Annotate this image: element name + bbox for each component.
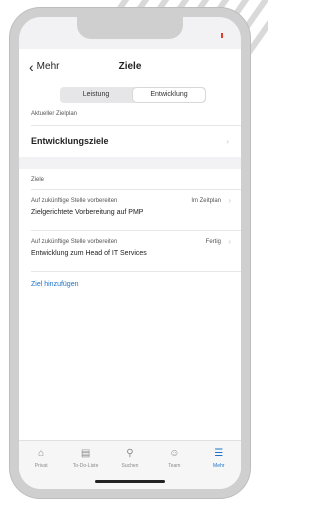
- goal-status: Im Zeitplan: [191, 198, 221, 204]
- goal-status: Fertig: [205, 239, 221, 245]
- goal-category: Auf zukünftige Stelle vorbereiten: [31, 239, 118, 245]
- list-icon: ☰: [214, 448, 224, 459]
- phone-notch: [77, 17, 183, 39]
- tab-mehr[interactable]: ☰ Mehr: [199, 441, 239, 489]
- goal-title: Entwicklung zum Head of IT Services: [31, 250, 147, 257]
- tab-label: Mehr: [213, 463, 225, 469]
- status-indicator: [221, 33, 223, 38]
- tab-privat[interactable]: ⌂ Privat: [21, 441, 61, 489]
- goal-item[interactable]: Auf zukünftige Stelle vorbereiten Im Zei…: [19, 190, 241, 230]
- current-plan-label: Aktueller Zielplan: [31, 111, 78, 117]
- segment-leistung[interactable]: Leistung: [60, 87, 132, 103]
- search-icon: ⚲: [126, 448, 134, 459]
- phone-frame: ‹ Mehr Ziele Leistung Entwicklung Aktuel…: [10, 8, 250, 498]
- plan-item-label: Entwicklungsziele: [31, 136, 109, 146]
- goal-category: Auf zukünftige Stelle vorbereiten: [31, 198, 118, 204]
- goal-item[interactable]: Auf zukünftige Stelle vorbereiten Fertig…: [19, 231, 241, 271]
- home-icon: ⌂: [38, 448, 45, 459]
- plan-item[interactable]: Entwicklungsziele ›: [19, 126, 241, 157]
- tab-label: Suchen: [121, 463, 139, 469]
- current-plan-section: Aktueller Zielplan Entwicklungsziele ›: [19, 105, 241, 157]
- clipboard-icon: ▤: [80, 448, 91, 459]
- team-icon: ☺: [169, 448, 180, 459]
- tab-label: Privat: [34, 463, 48, 469]
- tab-bar: ⌂ Privat ▤ To-Do-Liste ⚲ Suchen ☺ Team ☰…: [19, 440, 241, 489]
- chevron-right-icon: ›: [226, 137, 229, 146]
- goals-section-label: Ziele: [31, 177, 45, 183]
- page-title: Ziele: [118, 61, 142, 72]
- divider: [31, 271, 241, 272]
- segment-entwicklung[interactable]: Entwicklung: [133, 88, 205, 102]
- tab-label: To-Do-Liste: [72, 463, 99, 469]
- chevron-right-icon: ›: [228, 237, 231, 246]
- segmented-control: Leistung Entwicklung: [60, 87, 206, 103]
- add-goal-link[interactable]: Ziel hinzufügen: [31, 281, 78, 288]
- goal-title: Zielgerichtete Vorbereitung auf PMP: [31, 209, 144, 216]
- tab-label: Team: [168, 463, 181, 469]
- chevron-right-icon: ›: [228, 196, 231, 205]
- screen: ‹ Mehr Ziele Leistung Entwicklung Aktuel…: [19, 17, 241, 489]
- home-indicator: [95, 480, 165, 483]
